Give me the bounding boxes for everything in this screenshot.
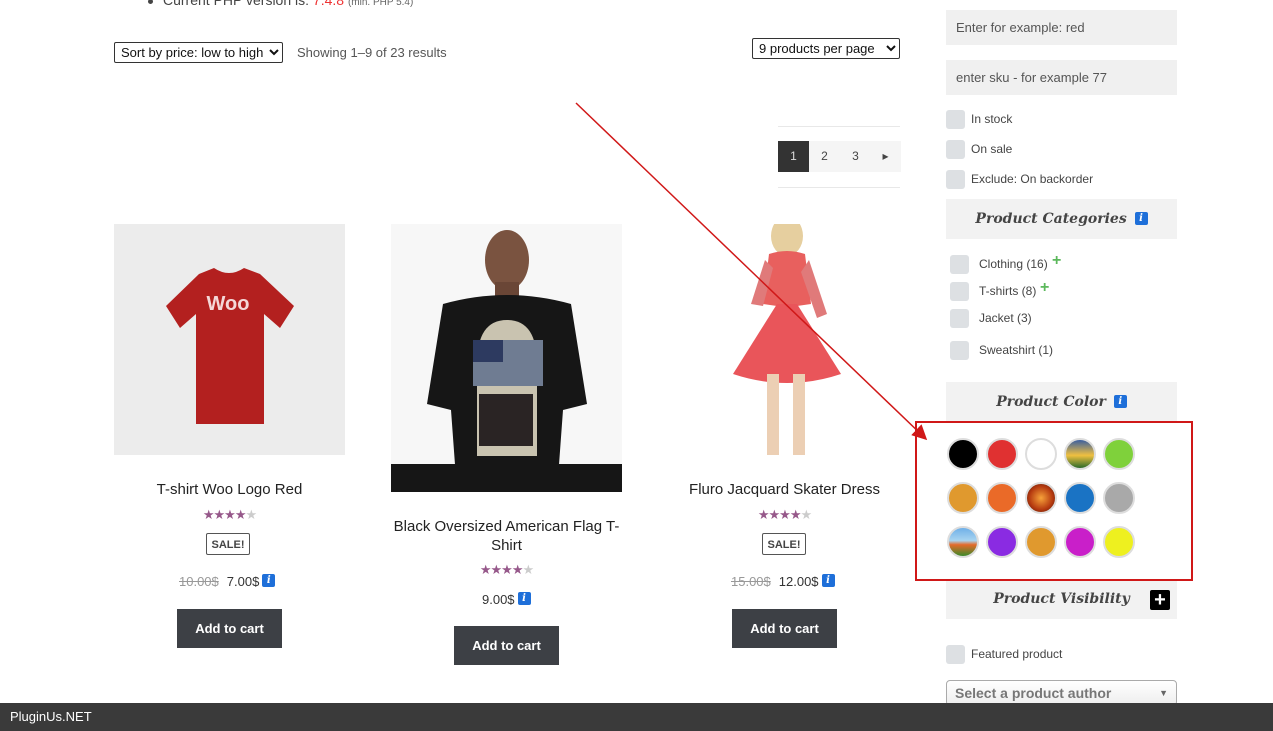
footer-bar: PluginUs.NET [0,703,1273,731]
annotation-highlight-box [915,421,1193,581]
footer-brand: PluginUs.NET [10,709,92,724]
annotation-overlay [575,102,1193,581]
annotation-arrow [575,102,928,441]
